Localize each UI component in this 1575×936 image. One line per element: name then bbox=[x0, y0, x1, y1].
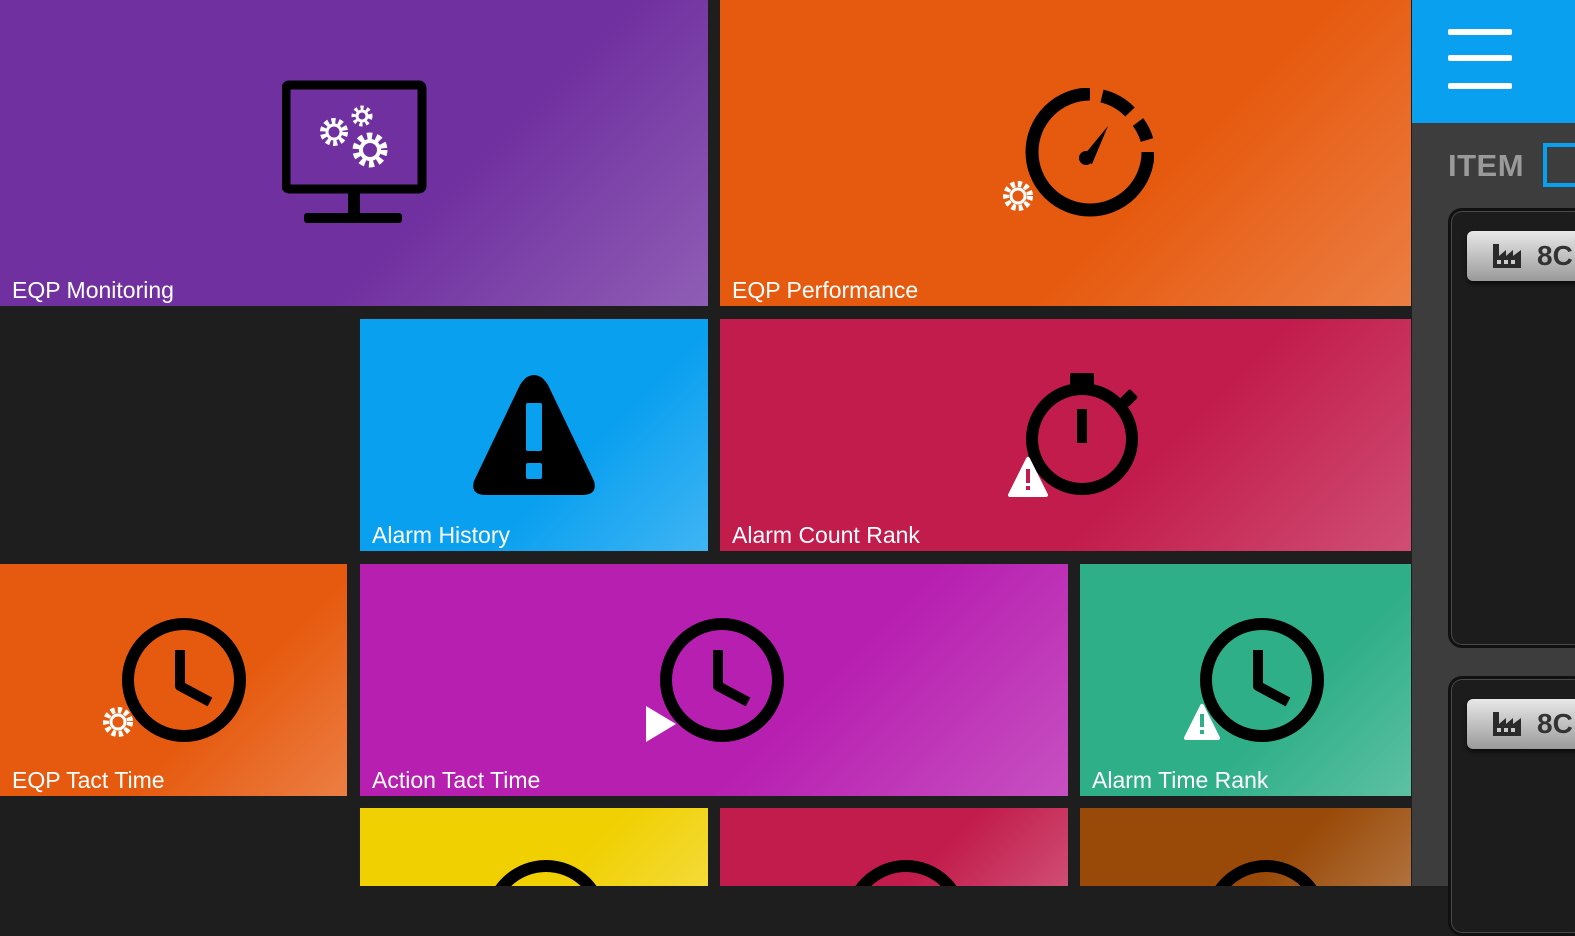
monitor-gears-icon bbox=[282, 80, 427, 223]
clock-warning-icon bbox=[1184, 618, 1324, 742]
item-selector[interactable] bbox=[1543, 143, 1575, 187]
tile-brown[interactable] bbox=[1080, 808, 1411, 886]
clock-icon bbox=[855, 860, 957, 886]
tile-label: Alarm Time Rank bbox=[1092, 767, 1269, 793]
item-card-badge-text: 8C bbox=[1537, 240, 1573, 271]
tile-yellow[interactable] bbox=[360, 808, 708, 886]
item-card: 8C bbox=[1448, 676, 1575, 936]
tile-label: EQP Tact Time bbox=[12, 767, 165, 793]
clock-icon bbox=[495, 860, 597, 886]
item-card-badge-text: 8C bbox=[1537, 708, 1573, 739]
tile-alarm-count-rank[interactable]: Alarm Count Rank bbox=[720, 319, 1411, 551]
speedometer-gear-icon bbox=[1003, 88, 1154, 217]
hamburger-menu-button[interactable] bbox=[1412, 0, 1575, 123]
tile-alarm-time-rank[interactable]: Alarm Time Rank bbox=[1080, 564, 1411, 796]
menu-bar bbox=[1448, 29, 1512, 35]
tile-action-tact-time[interactable]: Action Tact Time bbox=[360, 564, 1068, 796]
tile-label: EQP Performance bbox=[732, 277, 919, 303]
right-panel: ITEM 8C 8C bbox=[1412, 0, 1575, 936]
factory-icon bbox=[1493, 712, 1521, 736]
tile-label: Alarm History bbox=[372, 522, 511, 548]
item-card: 8C bbox=[1448, 208, 1575, 648]
tile-alarm-history[interactable]: Alarm History bbox=[360, 319, 708, 551]
clock-play-icon bbox=[646, 618, 784, 742]
factory-icon bbox=[1493, 244, 1521, 268]
menu-bar bbox=[1448, 83, 1512, 89]
warning-icon bbox=[473, 375, 595, 495]
tile-label: Action Tact Time bbox=[372, 767, 541, 793]
item-card-badge[interactable]: 8C bbox=[1467, 231, 1575, 281]
item-card-badge[interactable]: 8C bbox=[1467, 699, 1575, 749]
tile-label: EQP Monitoring bbox=[12, 277, 174, 303]
clock-icon bbox=[1215, 860, 1317, 886]
tile-eqp-monitoring[interactable]: EQP Monitoring bbox=[0, 0, 708, 306]
stopwatch-warning-icon bbox=[1008, 373, 1138, 497]
tile-eqp-performance[interactable]: EQP Performance bbox=[720, 0, 1411, 306]
clock-gear-icon bbox=[103, 618, 246, 742]
tile-eqp-tact-time[interactable]: EQP Tact Time bbox=[0, 564, 347, 796]
item-label: ITEM bbox=[1448, 148, 1525, 183]
tile-crimson[interactable] bbox=[720, 808, 1068, 886]
menu-bar bbox=[1448, 55, 1512, 61]
tile-label: Alarm Count Rank bbox=[732, 522, 920, 548]
